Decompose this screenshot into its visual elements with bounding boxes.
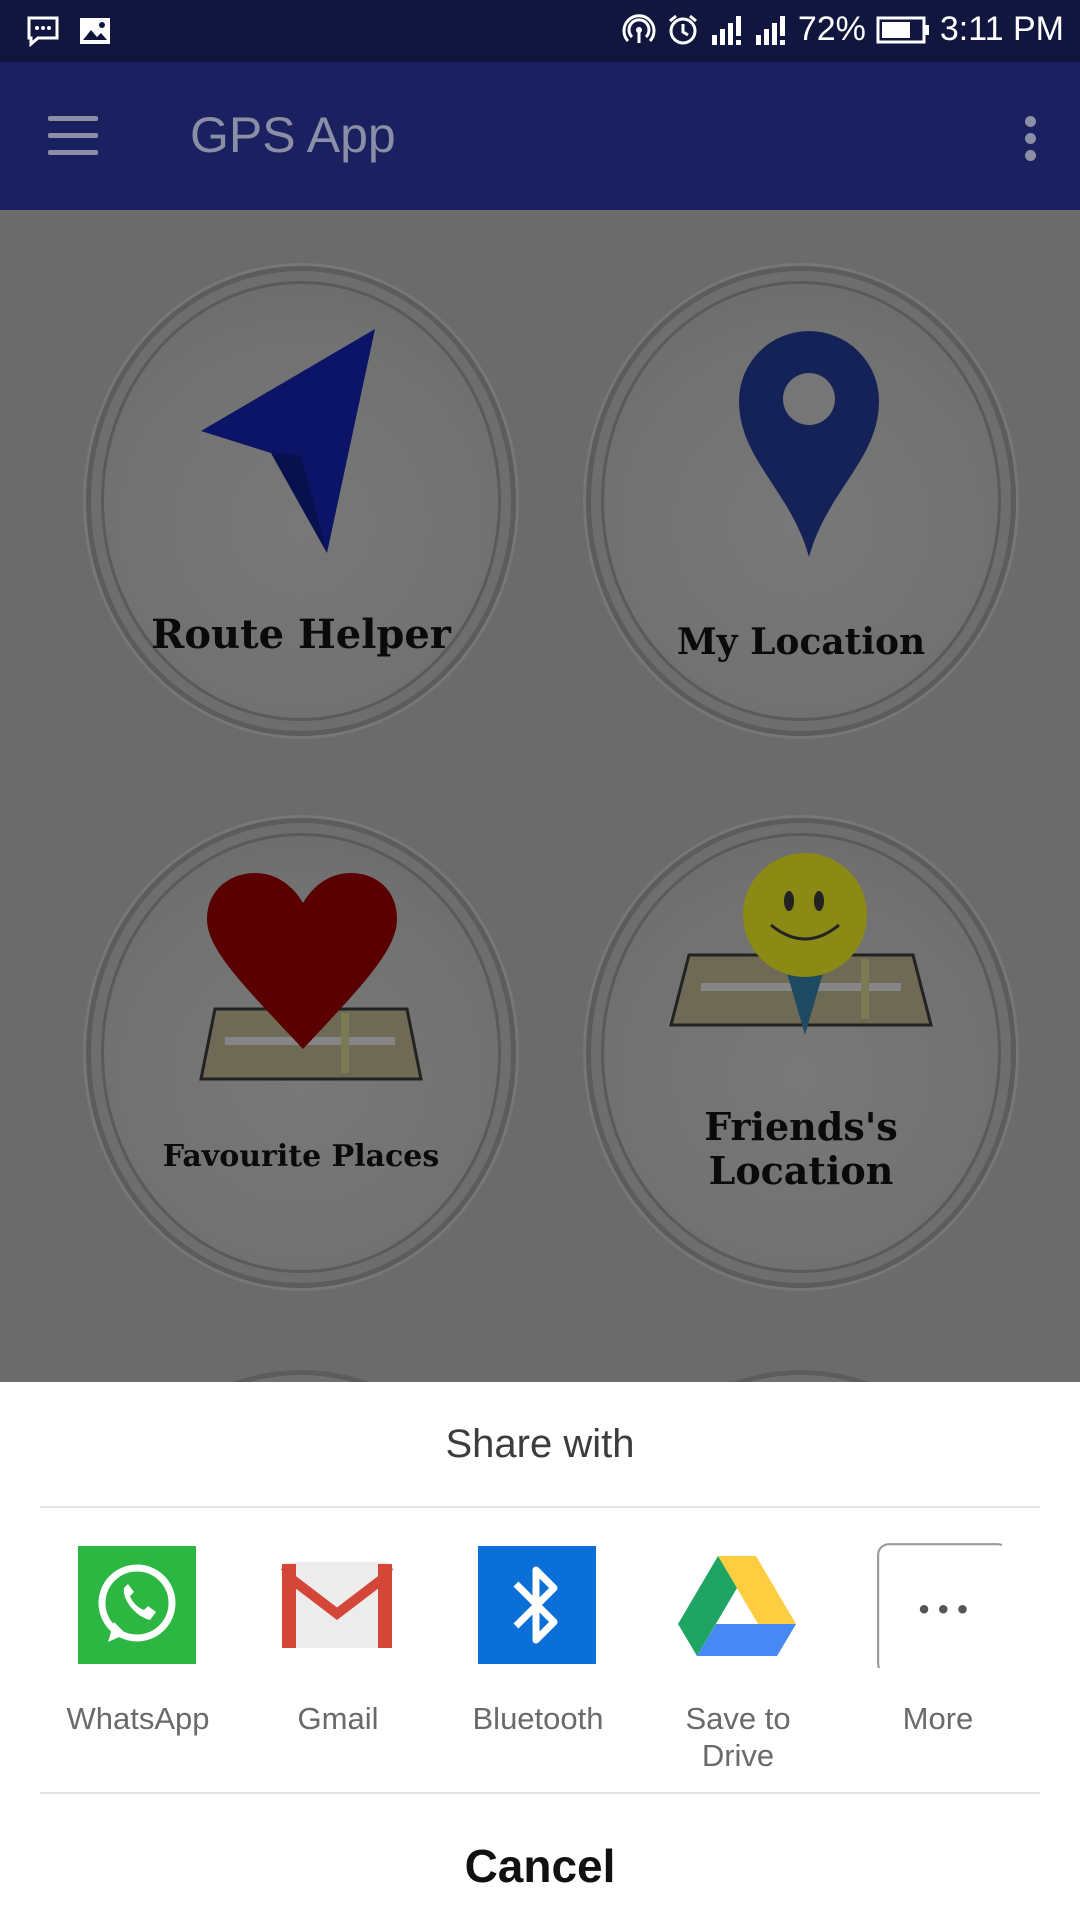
tile-route-helper[interactable]: Route Helper (86, 266, 516, 736)
share-app-label: Save to Drive (685, 1701, 791, 1773)
tile-friends-location[interactable]: Friends's Location (586, 818, 1016, 1288)
share-sheet: Share with WhatsApp Gmail Bluetooth Save… (0, 1382, 1080, 1920)
heart-map-icon (199, 873, 423, 1081)
tile-label: Route Helper (151, 611, 451, 658)
message-icon (27, 16, 59, 48)
gmail-icon (280, 1562, 394, 1648)
battery-percent: 72% (797, 10, 866, 48)
divider (40, 1506, 1040, 1508)
tile-label: Friends's Location (704, 1104, 898, 1193)
hotspot-icon (622, 13, 656, 43)
status-bar: 72% 3:11 PM (0, 0, 1080, 62)
whatsapp-icon (78, 1546, 196, 1664)
app-bar: GPS App (0, 62, 1080, 210)
google-drive-icon (678, 1556, 796, 1656)
bluetooth-icon (478, 1546, 596, 1664)
main-grid: Route Helper My Location Favourite Place… (0, 210, 1080, 1382)
signal-icon (711, 15, 741, 45)
battery-icon (876, 16, 929, 43)
more-vert-icon[interactable] (1020, 114, 1040, 162)
share-app-label: More (902, 1701, 974, 1736)
tile-favourite-places[interactable]: Favourite Places (86, 818, 516, 1288)
more-horiz-icon (877, 1543, 1002, 1668)
signal-icon (755, 15, 785, 45)
divider (40, 1792, 1040, 1794)
image-icon (80, 18, 110, 44)
cancel-button[interactable]: Cancel (0, 1826, 1080, 1906)
share-sheet-title: Share with (445, 1422, 635, 1466)
hamburger-icon[interactable] (48, 116, 100, 156)
share-app-label: Bluetooth (472, 1701, 604, 1736)
share-app-label: WhatsApp (66, 1701, 210, 1736)
tile-label: My Location (676, 621, 926, 663)
share-app-label: Gmail (297, 1701, 379, 1736)
tile-label: Favourite Places (162, 1139, 440, 1174)
tile-my-location[interactable]: My Location (586, 266, 1016, 736)
share-app-list: WhatsApp Gmail Bluetooth Save to Drive M… (0, 1542, 1080, 1802)
alarm-icon (668, 14, 697, 44)
tile-partial (586, 1370, 1016, 1382)
clock: 3:11 PM (939, 10, 1064, 48)
tile-partial (86, 1370, 516, 1382)
navigation-arrow-icon (201, 329, 375, 553)
app-title: GPS App (190, 107, 396, 163)
smiley-map-icon (669, 853, 933, 1035)
